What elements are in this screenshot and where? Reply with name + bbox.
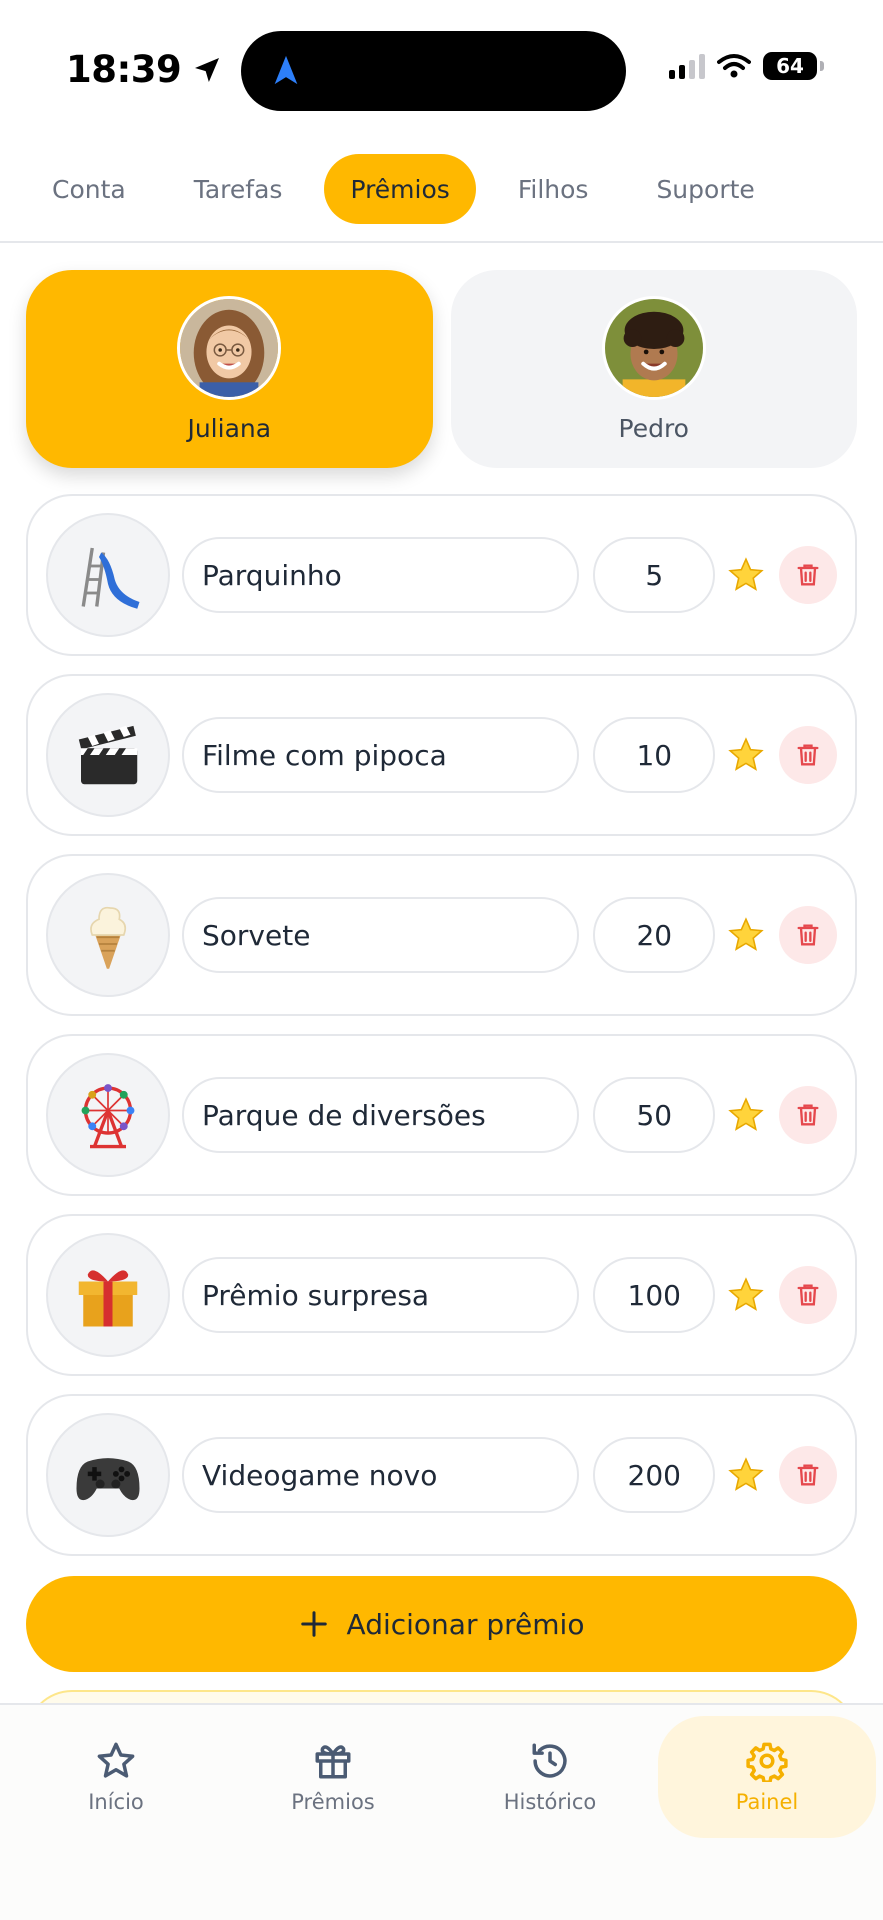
nav-label: Painel: [735, 1790, 799, 1814]
trash-icon: [797, 564, 819, 586]
time-label: 18:39: [66, 48, 182, 91]
delete-reward-button[interactable]: [779, 546, 838, 604]
tab-conta[interactable]: Conta: [26, 154, 152, 224]
star-outline-icon: [97, 1742, 135, 1778]
reward-icon-button[interactable]: [46, 513, 170, 637]
ferris-wheel-icon: [81, 1084, 135, 1149]
reward-row: Parquinho 5: [26, 494, 857, 656]
reward-name-input[interactable]: Parquinho: [182, 537, 580, 613]
trash-icon: [797, 1464, 819, 1486]
reward-points-input[interactable]: 100: [593, 1257, 716, 1333]
star-icon: [728, 1097, 764, 1131]
child-name: Pedro: [618, 413, 689, 443]
trash-icon: [797, 1284, 819, 1306]
bottom-nav: Início Prêmios Histórico Painel: [0, 1703, 883, 1920]
star-icon: [728, 737, 764, 771]
star-icon: [728, 917, 764, 951]
navigation-arrow-icon: [274, 55, 298, 85]
location-arrow-icon: [195, 57, 220, 82]
reward-icon-button[interactable]: [46, 1053, 170, 1177]
history-icon: [532, 1743, 567, 1778]
add-reward-label: Adicionar prêmio: [346, 1607, 585, 1641]
tabs-divider: [0, 241, 883, 243]
reward-name-input[interactable]: Sorvete: [182, 897, 580, 973]
star-icon: [728, 557, 764, 591]
tab-tarefas[interactable]: Tarefas: [168, 154, 309, 224]
child-name: Juliana: [187, 413, 272, 443]
reward-name-input[interactable]: Filme com pipoca: [182, 717, 580, 793]
clapper-board-icon: [78, 725, 138, 785]
star-icon: [728, 1277, 764, 1311]
reward-points-input[interactable]: 20: [593, 897, 716, 973]
reward-name-input[interactable]: Parque de diversões: [182, 1077, 580, 1153]
nav-label: Prêmios: [291, 1790, 375, 1814]
settings-gear-icon: [746, 1742, 788, 1782]
reward-points-input[interactable]: 200: [593, 1437, 716, 1513]
gift-outline-icon: [315, 1745, 351, 1779]
tab-suporte[interactable]: Suporte: [630, 154, 780, 224]
avatar: [601, 295, 706, 400]
delete-reward-button[interactable]: [779, 906, 838, 964]
dynamic-island: [241, 31, 626, 111]
tab-premios[interactable]: Prêmios: [324, 154, 476, 224]
reward-name-input[interactable]: Prêmio surpresa: [182, 1257, 580, 1333]
wifi-icon: [717, 54, 751, 78]
reward-row: Videogame novo 200: [26, 1394, 857, 1556]
avatar: [177, 295, 282, 400]
trash-icon: [797, 744, 819, 766]
battery-indicator: 64: [763, 52, 824, 80]
nav-inicio[interactable]: Início: [7, 1716, 225, 1838]
reward-points-input[interactable]: 5: [593, 537, 716, 613]
reward-icon-button[interactable]: [46, 873, 170, 997]
reward-icon-button[interactable]: [46, 1233, 170, 1357]
child-card-juliana[interactable]: Juliana: [26, 270, 433, 468]
star-icon: [728, 1457, 764, 1491]
gift-icon: [78, 1270, 138, 1327]
reward-row: Parque de diversões 50: [26, 1034, 857, 1196]
trash-icon: [797, 924, 819, 946]
reward-list: Parquinho 5 Filme com pipoca 10 Sorvete …: [26, 494, 857, 1574]
nav-painel[interactable]: Painel: [658, 1716, 876, 1838]
tab-filhos[interactable]: Filhos: [492, 154, 615, 224]
reward-row: Sorvete 20: [26, 854, 857, 1016]
reward-icon-button[interactable]: [46, 693, 170, 817]
status-bar: 18:39 64: [0, 0, 883, 130]
settings-tabs: Conta Tarefas Prêmios Filhos Suporte: [26, 154, 781, 224]
trash-icon: [797, 1104, 819, 1126]
reward-points-input[interactable]: 50: [593, 1077, 716, 1153]
plus-icon: [300, 1611, 327, 1637]
delete-reward-button[interactable]: [779, 1086, 838, 1144]
nav-premios[interactable]: Prêmios: [224, 1716, 442, 1838]
nav-historico[interactable]: Histórico: [441, 1716, 659, 1838]
nav-label: Histórico: [503, 1790, 597, 1814]
ice-cream-icon: [90, 906, 127, 969]
delete-reward-button[interactable]: [779, 1266, 838, 1324]
child-card-pedro[interactable]: Pedro: [450, 270, 857, 468]
child-selector: Juliana Pedro: [26, 270, 857, 468]
cellular-signal-icon: [669, 53, 705, 79]
delete-reward-button[interactable]: [779, 1446, 838, 1504]
reward-points-input[interactable]: 10: [593, 717, 716, 793]
reward-name-input[interactable]: Videogame novo: [182, 1437, 580, 1513]
reward-row: Prêmio surpresa 100: [26, 1214, 857, 1376]
game-controller-icon: [76, 1458, 140, 1501]
status-time: 18:39: [66, 48, 223, 91]
status-indicators: 64: [669, 52, 824, 80]
add-reward-button[interactable]: Adicionar prêmio: [26, 1576, 857, 1672]
reward-row: Filme com pipoca 10: [26, 674, 857, 836]
reward-icon-button[interactable]: [46, 1413, 170, 1537]
delete-reward-button[interactable]: [779, 726, 838, 784]
nav-label: Início: [88, 1790, 144, 1814]
slide-icon: [81, 547, 140, 609]
